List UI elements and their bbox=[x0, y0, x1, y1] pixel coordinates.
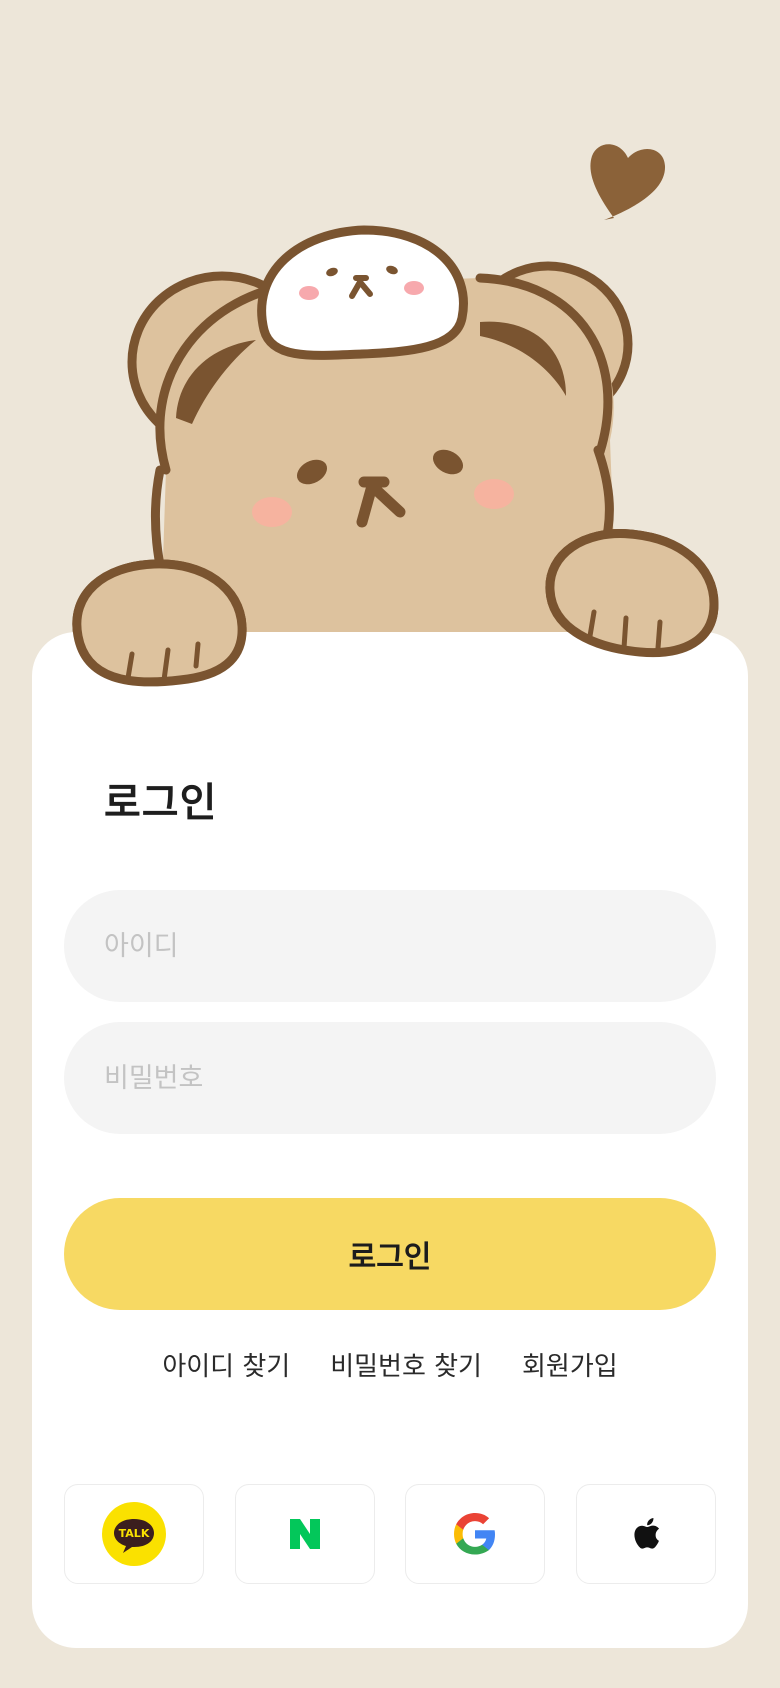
google-login-button[interactable] bbox=[405, 1484, 546, 1584]
password-input[interactable] bbox=[64, 1022, 716, 1134]
naver-icon bbox=[289, 1519, 320, 1549]
apple-icon bbox=[634, 1518, 660, 1549]
login-button[interactable]: 로그인 bbox=[64, 1198, 716, 1310]
apple-login-button[interactable] bbox=[575, 1484, 716, 1584]
signup-link[interactable]: 회원가입 bbox=[522, 1346, 618, 1383]
kakao-login-button[interactable]: TALK bbox=[64, 1484, 204, 1584]
kakao-talk-icon: TALK bbox=[102, 1502, 166, 1566]
bear-illustration bbox=[72, 144, 719, 687]
find-password-link[interactable]: 비밀번호 찾기 bbox=[330, 1346, 482, 1383]
account-links: 아이디 찾기 비밀번호 찾기 회원가입 bbox=[64, 1346, 716, 1383]
id-input[interactable] bbox=[64, 890, 716, 1002]
social-login-row: TALK bbox=[64, 1484, 716, 1584]
google-icon bbox=[454, 1513, 496, 1555]
heart-icon bbox=[590, 144, 666, 220]
kakao-label: TALK bbox=[119, 1527, 150, 1540]
find-id-link[interactable]: 아이디 찾기 bbox=[162, 1346, 290, 1383]
page-title: 로그인 bbox=[104, 780, 218, 826]
naver-login-button[interactable] bbox=[234, 1484, 375, 1584]
